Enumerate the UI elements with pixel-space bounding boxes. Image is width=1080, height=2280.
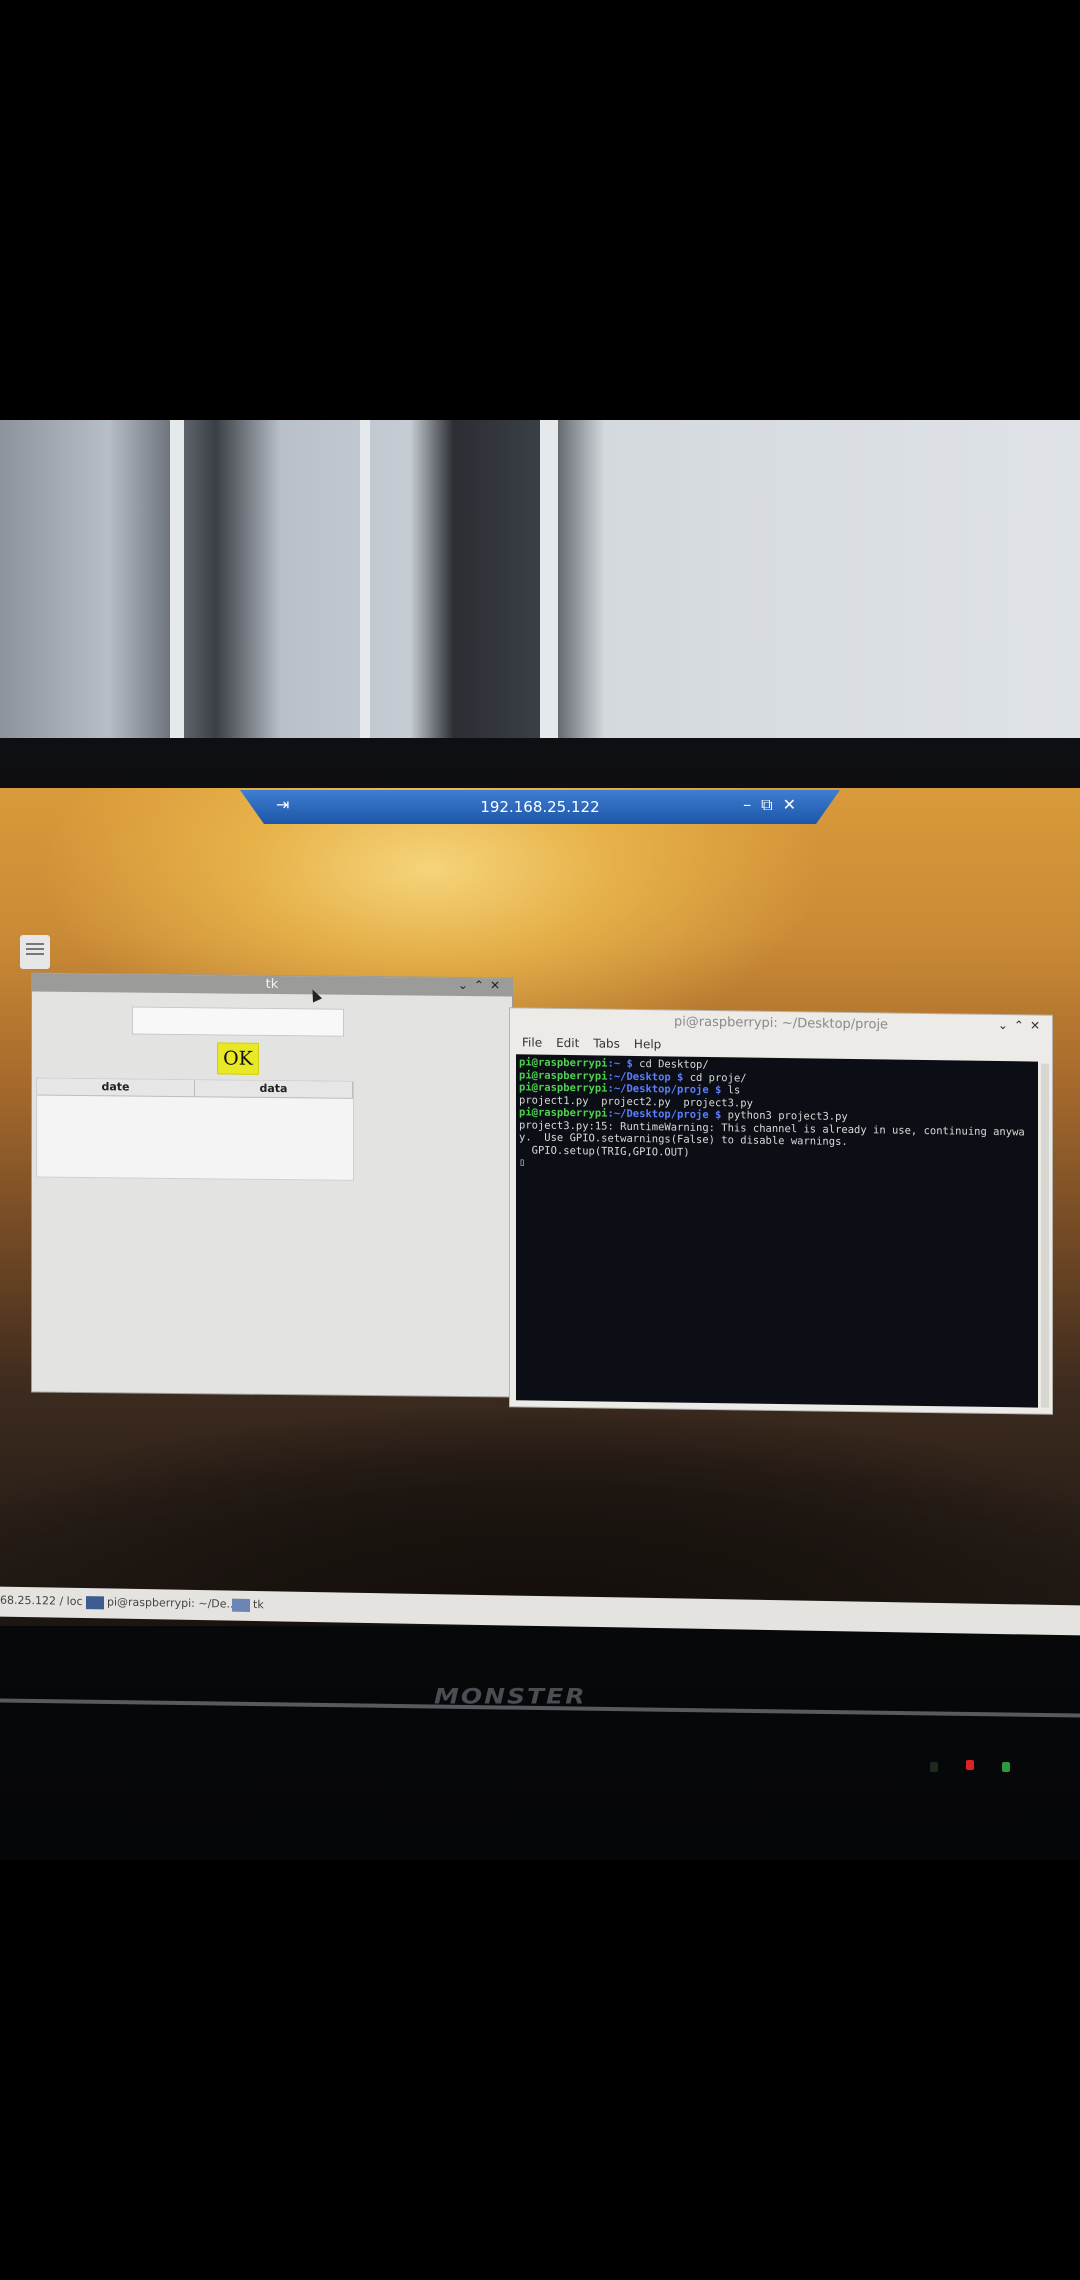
- tk-titlebar[interactable]: tk ⌄⌃✕: [32, 973, 512, 997]
- command-text: cd proje/: [689, 1071, 747, 1085]
- tk-entry-field[interactable]: [132, 1006, 344, 1037]
- prompt-user: pi@raspberrypi: [519, 1106, 608, 1120]
- taskbar-item-remote[interactable]: 68.25.122 / loc: [0, 1594, 83, 1608]
- treeview-header: date data: [37, 1078, 353, 1099]
- prompt-user: pi@raspberrypi: [519, 1056, 608, 1070]
- menu-edit[interactable]: Edit: [556, 1036, 579, 1050]
- menu-file[interactable]: File: [522, 1035, 542, 1049]
- ok-button[interactable]: OK: [217, 1042, 259, 1075]
- maximize-icon[interactable]: ⌃: [1014, 1018, 1030, 1032]
- taskbar-item-tk-label: tk: [253, 1597, 264, 1612]
- restore-icon[interactable]: ⧉: [761, 795, 782, 814]
- door-frame-left: [170, 420, 184, 760]
- door-frame-right: [540, 420, 558, 760]
- minimize-icon[interactable]: ⌄: [458, 978, 474, 992]
- room-background: [0, 420, 1080, 760]
- tk-window-controls[interactable]: ⌄⌃✕: [458, 978, 506, 993]
- terminal-icon: [86, 1595, 104, 1609]
- prompt-path: :~/Desktop/proje $: [607, 1107, 728, 1122]
- terminal-title: pi@raspberrypi: ~/Desktop/proje: [673, 1014, 889, 1033]
- close-icon[interactable]: ✕: [783, 795, 806, 814]
- desktop-file-icon[interactable]: [20, 935, 50, 969]
- close-icon[interactable]: ✕: [1030, 1018, 1046, 1032]
- close-icon[interactable]: ✕: [490, 978, 506, 992]
- command-text: ls: [727, 1084, 741, 1097]
- prompt-path: :~/Desktop $: [607, 1070, 690, 1084]
- terminal-scrollbar[interactable]: [1041, 1063, 1049, 1408]
- column-header-date[interactable]: date: [37, 1078, 195, 1097]
- taskbar-item-terminal[interactable]: pi@raspberrypi: ~/De...: [86, 1595, 237, 1611]
- taskbar-item-tk[interactable]: tk: [232, 1598, 264, 1612]
- menu-tabs[interactable]: Tabs: [593, 1036, 620, 1050]
- door-frame-mid: [360, 420, 370, 760]
- prompt-path: :~ $: [607, 1057, 640, 1071]
- prompt-user: pi@raspberrypi: [519, 1068, 608, 1083]
- minimize-icon[interactable]: ⌄: [998, 1018, 1014, 1032]
- terminal-window-controls[interactable]: ⌄⌃✕: [998, 1018, 1046, 1033]
- prompt-path: :~/Desktop/proje $: [607, 1082, 728, 1097]
- terminal-output[interactable]: pi@raspberrypi:~ $ cd Desktop/pi@raspber…: [516, 1054, 1038, 1408]
- column-header-data[interactable]: data: [195, 1080, 353, 1098]
- status-led-icon: [930, 1762, 938, 1772]
- remote-session-controls[interactable]: –⧉✕: [743, 795, 806, 815]
- taskbar-item-terminal-label: pi@raspberrypi: ~/De...: [107, 1595, 238, 1611]
- command-text: python3 project3.py: [727, 1109, 848, 1123]
- tk-window[interactable]: tk ⌄⌃✕ OK date data: [32, 973, 512, 1397]
- minimize-icon[interactable]: –: [743, 795, 761, 814]
- command-text: cd Desktop/: [639, 1058, 709, 1071]
- window-icon: [232, 1598, 250, 1612]
- terminal-window[interactable]: pi@raspberrypi: ~/Desktop/proje ⌄⌃✕ File…: [510, 1008, 1052, 1414]
- maximize-icon[interactable]: ⌃: [474, 978, 490, 992]
- battery-led-icon: [966, 1760, 974, 1770]
- remote-session-bar[interactable]: ⇥ 192.168.25.122 –⧉✕: [240, 790, 840, 824]
- power-led-icon: [1002, 1762, 1010, 1772]
- prompt-user: pi@raspberrypi: [519, 1081, 608, 1095]
- tk-window-title: tk: [265, 976, 279, 993]
- menu-help[interactable]: Help: [634, 1037, 661, 1051]
- data-treeview[interactable]: date data: [36, 1077, 354, 1181]
